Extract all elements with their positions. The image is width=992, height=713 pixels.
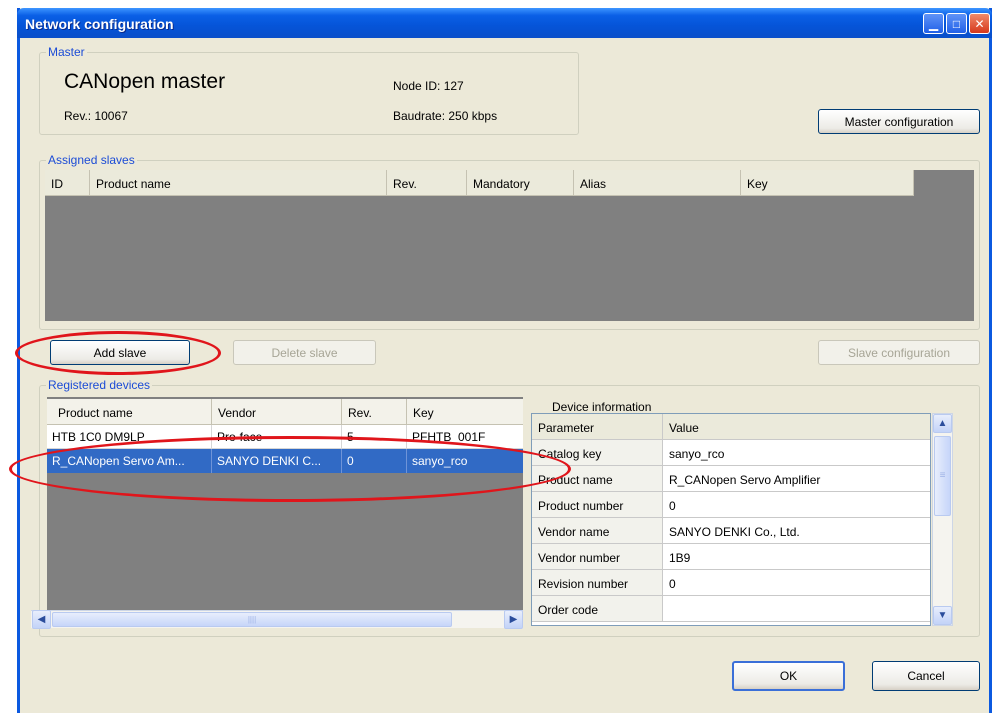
master-baudrate: Baudrate: 250 kbps [393, 109, 498, 123]
column-key[interactable]: Key [741, 170, 914, 195]
row-product-name: HTB 1C0 DM9LP [47, 425, 212, 448]
property-row[interactable]: Catalog key sanyo_rco [532, 440, 930, 466]
row-vendor: SANYO DENKI C... [212, 449, 342, 473]
column-rev[interactable]: Rev. [387, 170, 467, 195]
scroll-left-icon[interactable]: ◀ [32, 610, 51, 629]
row-key: sanyo_rco [412, 454, 468, 468]
title-bar[interactable]: Network configuration ▁ □ ✕ [17, 8, 992, 38]
column-alias[interactable]: Alias [574, 170, 741, 195]
column-parameter[interactable]: Parameter [532, 414, 663, 439]
scroll-down-icon[interactable]: ▼ [933, 606, 952, 625]
column-id[interactable]: ID [45, 170, 90, 195]
property-row[interactable]: Order code [532, 596, 930, 622]
table-row[interactable]: HTB 1C0 DM9LP Pro-face 5 PFHTB_001F [47, 425, 523, 449]
property-key: Product name [532, 466, 663, 491]
row-product-name: R_CANopen Servo Am... [47, 449, 212, 473]
column-product-name[interactable]: Product name [47, 399, 212, 424]
property-value: SANYO DENKI Co., Ltd. [669, 525, 800, 539]
property-value: R_CANopen Servo Amplifier [669, 473, 821, 487]
column-vendor[interactable]: Vendor [212, 399, 342, 424]
cancel-button[interactable]: Cancel [872, 661, 980, 691]
table-row-selected[interactable]: R_CANopen Servo Am... SANYO DENKI C... 0… [47, 449, 523, 473]
column-rev[interactable]: Rev. [342, 399, 407, 424]
row-rev: 5 [342, 425, 407, 448]
master-rev: Rev.: 10067 [64, 109, 128, 123]
master-configuration-button[interactable]: Master configuration [818, 109, 980, 134]
maximize-button[interactable]: □ [946, 13, 967, 34]
device-info-header: Parameter Value [532, 414, 930, 440]
row-vendor: Pro-face [212, 425, 342, 448]
column-product-name[interactable]: Product name [90, 170, 387, 195]
column-mandatory[interactable]: Mandatory [467, 170, 574, 195]
slave-configuration-button[interactable]: Slave configuration [818, 340, 980, 365]
device-information-label: Device information [552, 400, 652, 414]
master-group-label: Master [46, 45, 87, 59]
add-slave-button[interactable]: Add slave [50, 340, 190, 365]
column-key[interactable]: Key [407, 399, 523, 424]
window-title: Network configuration [25, 16, 174, 32]
registered-devices-header: Product name Vendor Rev. Key [47, 399, 523, 425]
master-node-id: Node ID: 127 [393, 79, 464, 93]
horizontal-scrollbar[interactable]: ◀ |||| ▶ [31, 610, 523, 629]
property-key: Catalog key [532, 440, 663, 465]
scroll-right-icon[interactable]: ▶ [504, 610, 523, 629]
property-row[interactable]: Product name R_CANopen Servo Amplifier [532, 466, 930, 492]
master-name: CANopen master [64, 70, 226, 93]
column-value[interactable]: Value [663, 414, 930, 439]
ok-button[interactable]: OK [732, 661, 845, 691]
property-key: Vendor number [532, 544, 663, 569]
property-key: Vendor name [532, 518, 663, 543]
assigned-slaves-label: Assigned slaves [46, 153, 137, 167]
property-value: 0 [669, 577, 676, 591]
assigned-slaves-header: ID Product name Rev. Mandatory Alias Key [45, 170, 914, 196]
minimize-button[interactable]: ▁ [923, 13, 944, 34]
property-value [663, 596, 930, 621]
close-button[interactable]: ✕ [969, 13, 990, 34]
property-value: 1B9 [669, 551, 691, 565]
property-value: 0 [669, 499, 676, 513]
property-key: Revision number [532, 570, 663, 595]
device-information-grid[interactable]: Parameter Value Catalog key sanyo_rco Pr… [531, 413, 931, 626]
vertical-scrollbar[interactable]: ▲ ≡ ▼ [932, 413, 953, 626]
delete-slave-button[interactable]: Delete slave [233, 340, 376, 365]
row-key: PFHTB_001F [412, 430, 486, 444]
horizontal-scroll-thumb[interactable]: |||| [52, 612, 452, 627]
property-row[interactable]: Revision number 0 [532, 570, 930, 596]
scroll-up-icon[interactable]: ▲ [933, 414, 952, 433]
property-row[interactable]: Product number 0 [532, 492, 930, 518]
registered-devices-label: Registered devices [46, 378, 153, 392]
property-value: sanyo_rco [669, 447, 725, 461]
property-row[interactable]: Vendor name SANYO DENKI Co., Ltd. [532, 518, 930, 544]
property-row[interactable]: Vendor number 1B9 [532, 544, 930, 570]
row-rev: 0 [342, 449, 407, 473]
property-key: Product number [532, 492, 663, 517]
property-key: Order code [532, 596, 663, 621]
vertical-scroll-thumb[interactable]: ≡ [934, 436, 951, 516]
